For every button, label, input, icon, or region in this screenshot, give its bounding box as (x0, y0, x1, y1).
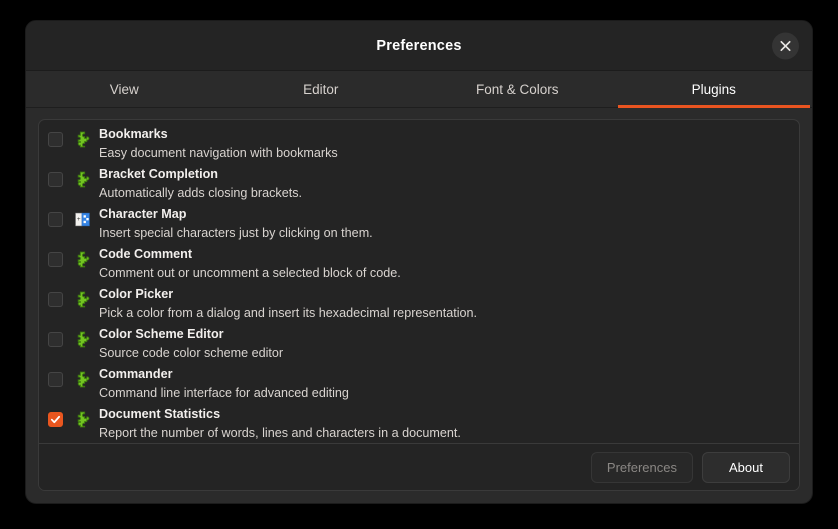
plugin-name: Commander (99, 367, 173, 381)
dialog-body: Bookmarks Easy document navigation with b… (26, 108, 812, 503)
page-title: Preferences (376, 37, 462, 54)
puzzle-piece-icon (74, 331, 91, 348)
plugin-enable-checkbox[interactable] (48, 412, 63, 427)
puzzle-piece-icon (74, 171, 91, 188)
plugin-actionbar: Preferences About (39, 443, 799, 490)
plugin-description: Automatically adds closing brackets. (99, 186, 302, 200)
plugin-name: Code Comment (99, 247, 193, 261)
plugin-text: Color Scheme Editor Source code color sch… (99, 324, 791, 363)
tab-label: Editor (303, 81, 339, 97)
tab-label: View (109, 81, 139, 97)
plugin-name: Character Map (99, 207, 187, 221)
plugin-name: Color Picker (99, 287, 174, 301)
plugin-row[interactable]: Document Statistics Report the number of … (39, 402, 799, 442)
plugin-text: Bookmarks Easy document navigation with b… (99, 124, 791, 163)
puzzle-piece-icon (74, 411, 91, 428)
plugin-description: Comment out or uncomment a selected bloc… (99, 266, 401, 280)
plugin-enable-checkbox[interactable] (48, 212, 63, 227)
plugin-text: Document Statistics Report the number of … (99, 404, 791, 443)
plugin-enable-checkbox[interactable] (48, 132, 63, 147)
puzzle-piece-icon (74, 371, 91, 388)
plugin-preferences-button[interactable]: Preferences (590, 451, 693, 483)
preferences-dialog: Preferences View Editor Font & Colors Plugi… (25, 20, 813, 504)
plugin-description: Pick a color from a dialog and insert it… (99, 306, 478, 320)
plugin-enable-checkbox[interactable] (48, 332, 63, 347)
svg-text:+: + (77, 216, 81, 223)
character-map-icon: + (74, 211, 91, 228)
close-button[interactable] (772, 32, 799, 59)
plugin-description: Command line interface for advanced edit… (99, 386, 349, 400)
plugin-enable-checkbox[interactable] (48, 372, 63, 387)
plugin-text: Bracket Completion Automatically adds clo… (99, 164, 791, 203)
plugin-enable-checkbox[interactable] (48, 172, 63, 187)
dialog-headerbar: Preferences (26, 21, 812, 71)
close-icon (780, 40, 791, 51)
plugin-name: Document Statistics (99, 407, 221, 421)
plugin-text: Code Comment Comment out or uncomment a s… (99, 244, 791, 283)
puzzle-piece-icon (74, 251, 91, 268)
plugin-row[interactable]: + Character Map Insert special characters … (39, 202, 799, 242)
plugin-text: Character Map Insert special characters j… (99, 204, 791, 243)
plugin-row[interactable]: Bookmarks Easy document navigation with b… (39, 122, 799, 162)
plugin-text: Commander Command line interface for adva… (99, 364, 791, 403)
plugin-row[interactable]: Color Picker Pick a color from a dialog a… (39, 282, 799, 322)
plugin-row[interactable]: Code Comment Comment out or uncomment a s… (39, 242, 799, 282)
tab-label: Font & Colors (475, 81, 559, 97)
plugin-name: Bookmarks (99, 127, 168, 141)
tab-editor[interactable]: Editor (223, 71, 420, 107)
plugin-name: Color Scheme Editor (99, 327, 224, 341)
tab-font-colors[interactable]: Font & Colors (419, 71, 616, 107)
plugin-enable-checkbox[interactable] (48, 252, 63, 267)
plugin-description: Source code color scheme editor (99, 346, 284, 360)
tab-plugins[interactable]: Plugins (616, 71, 813, 108)
plugin-about-button[interactable]: About (702, 451, 790, 483)
plugin-text: Color Picker Pick a color from a dialog a… (99, 284, 791, 323)
tab-label: Plugins (691, 81, 736, 97)
plugin-list: Bookmarks Easy document navigation with b… (39, 120, 799, 443)
preferences-tabbar: View Editor Font & Colors Plugins (26, 71, 812, 108)
plugin-enable-checkbox[interactable] (48, 292, 63, 307)
plugins-frame: Bookmarks Easy document navigation with b… (38, 119, 800, 491)
plugin-row[interactable]: Commander Command line interface for adva… (39, 362, 799, 402)
plugin-row[interactable]: Color Scheme Editor Source code color sch… (39, 322, 799, 362)
plugin-description: Report the number of words, lines and ch… (99, 426, 461, 440)
plugin-name: Bracket Completion (99, 167, 218, 181)
plugin-row[interactable]: Bracket Completion Automatically adds clo… (39, 162, 799, 202)
tab-view[interactable]: View (26, 71, 223, 107)
plugin-description: Easy document navigation with bookmarks (99, 146, 338, 160)
puzzle-piece-icon (74, 131, 91, 148)
puzzle-piece-icon (74, 291, 91, 308)
plugin-description: Insert special characters just by clicki… (99, 226, 373, 240)
